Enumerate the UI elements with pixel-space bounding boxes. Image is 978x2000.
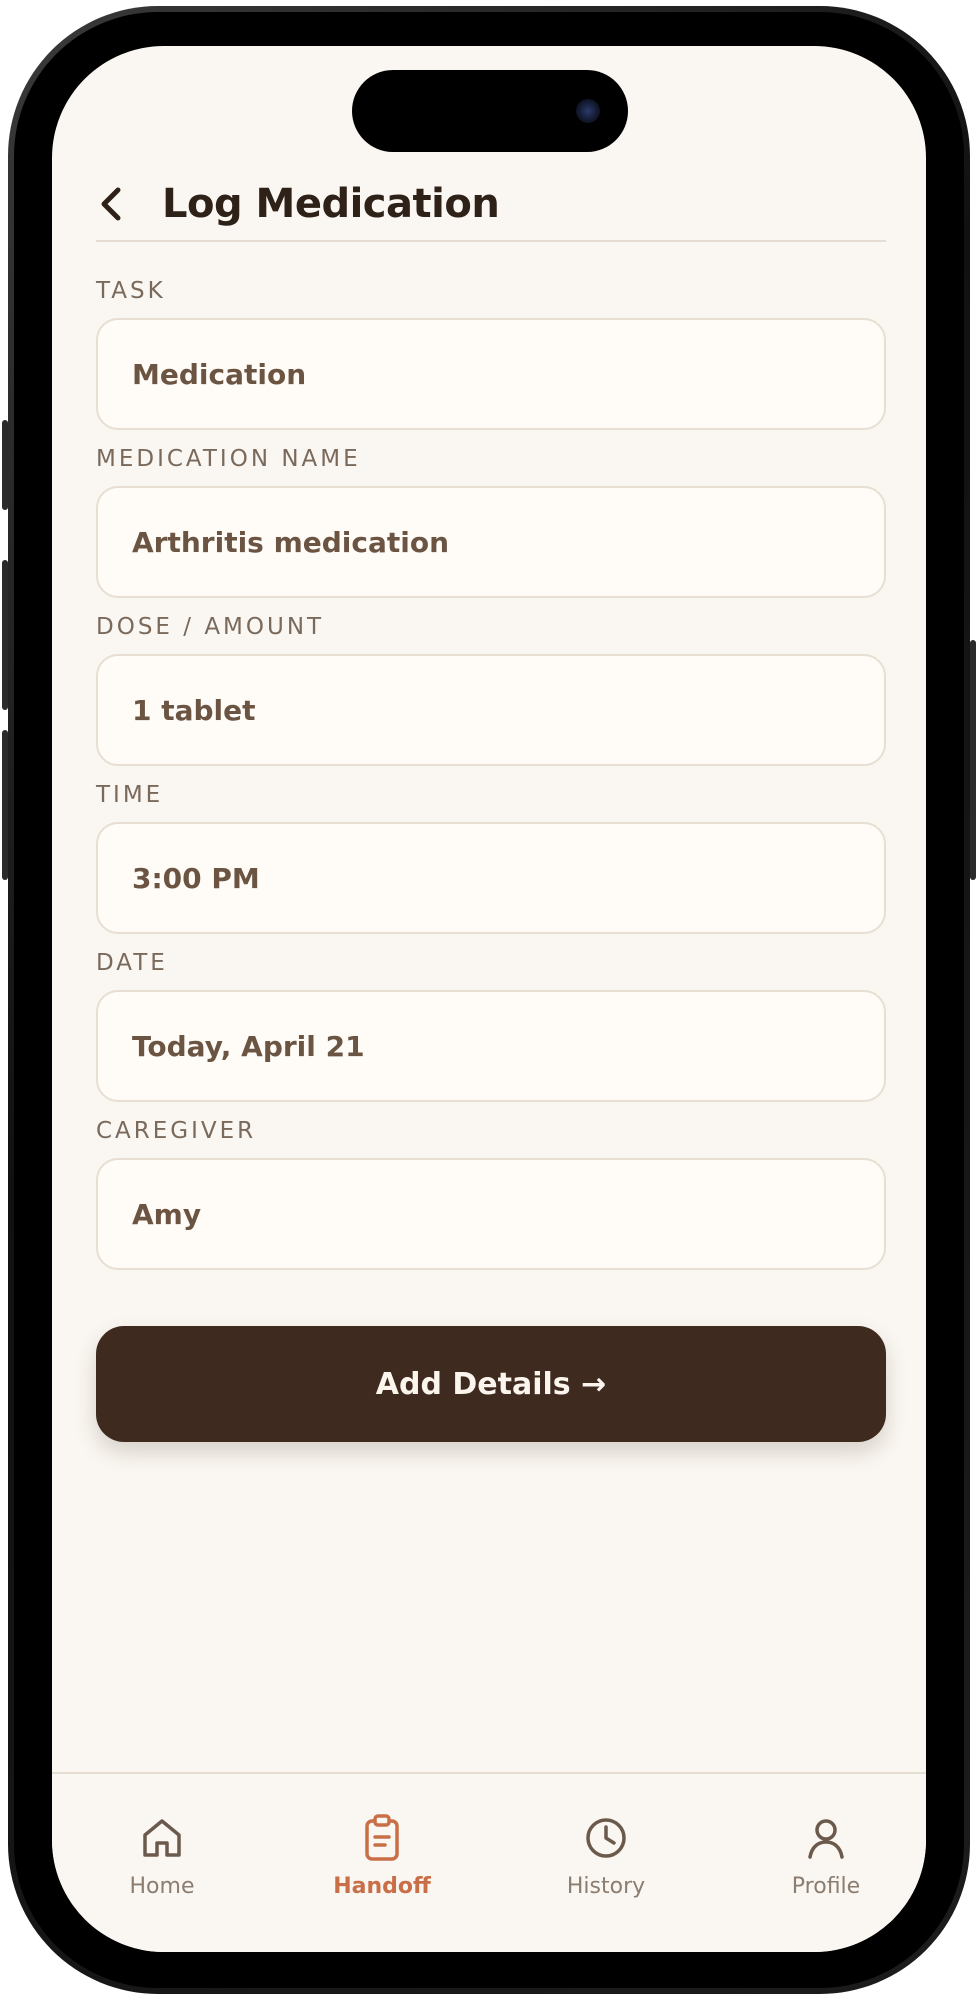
task-field[interactable]: Medication (96, 318, 886, 430)
field-date: DATE Today, April 21 (96, 948, 886, 1102)
field-label: TIME (96, 782, 164, 808)
user-icon (800, 1812, 852, 1864)
field-caregiver: CAREGIVER Amy (96, 1116, 886, 1270)
side-button-volume-up (2, 560, 8, 710)
time-field[interactable]: 3:00 PM (96, 822, 886, 934)
tab-handoff[interactable]: Handoff (302, 1812, 462, 1922)
front-camera-icon (576, 99, 600, 123)
app-screen: Log Medication TASK Medication MEDICATIO… (52, 46, 926, 1952)
tab-label-handoff: Handoff (333, 1874, 431, 1899)
field-medication-name: MEDICATION NAME Arthritis medication (96, 444, 886, 598)
field-label: TASK (96, 278, 166, 304)
field-label: DOSE / AMOUNT (96, 614, 325, 640)
clock-icon (580, 1812, 632, 1864)
page-header: Log Medication (96, 156, 886, 252)
tab-label-home: Home (129, 1874, 195, 1899)
dynamic-island (352, 70, 628, 152)
field-time: TIME 3:00 PM (96, 780, 886, 934)
page-title: Log Medication (162, 181, 500, 227)
medication-form: TASK Medication MEDICATION NAME Arthriti… (96, 276, 886, 1284)
tab-label-profile: Profile (791, 1874, 861, 1899)
side-button-power (970, 640, 976, 880)
tab-label-history: History (566, 1874, 646, 1899)
medication-name-field[interactable]: Arthritis medication (96, 486, 886, 598)
date-field[interactable]: Today, April 21 (96, 990, 886, 1102)
dose-field[interactable]: 1 tablet (96, 654, 886, 766)
clipboard-icon (356, 1812, 408, 1864)
back-button[interactable] (96, 174, 156, 234)
tab-home[interactable]: Home (82, 1812, 242, 1922)
side-button-action (2, 420, 8, 510)
add-details-button[interactable]: Add Details → (96, 1326, 886, 1442)
side-button-volume-down (2, 730, 8, 880)
tab-history[interactable]: History (526, 1812, 686, 1922)
field-label: DATE (96, 950, 168, 976)
field-label: MEDICATION NAME (96, 446, 361, 472)
home-icon (136, 1812, 188, 1864)
tab-profile[interactable]: Profile (746, 1812, 906, 1922)
bottom-tab-bar: Home Handoff History Profile (52, 1772, 926, 1952)
field-task: TASK Medication (96, 276, 886, 430)
field-label: CAREGIVER (96, 1118, 257, 1144)
caregiver-field[interactable]: Amy (96, 1158, 886, 1270)
header-divider (96, 240, 886, 242)
chevron-left-icon (101, 187, 121, 221)
field-dose: DOSE / AMOUNT 1 tablet (96, 612, 886, 766)
